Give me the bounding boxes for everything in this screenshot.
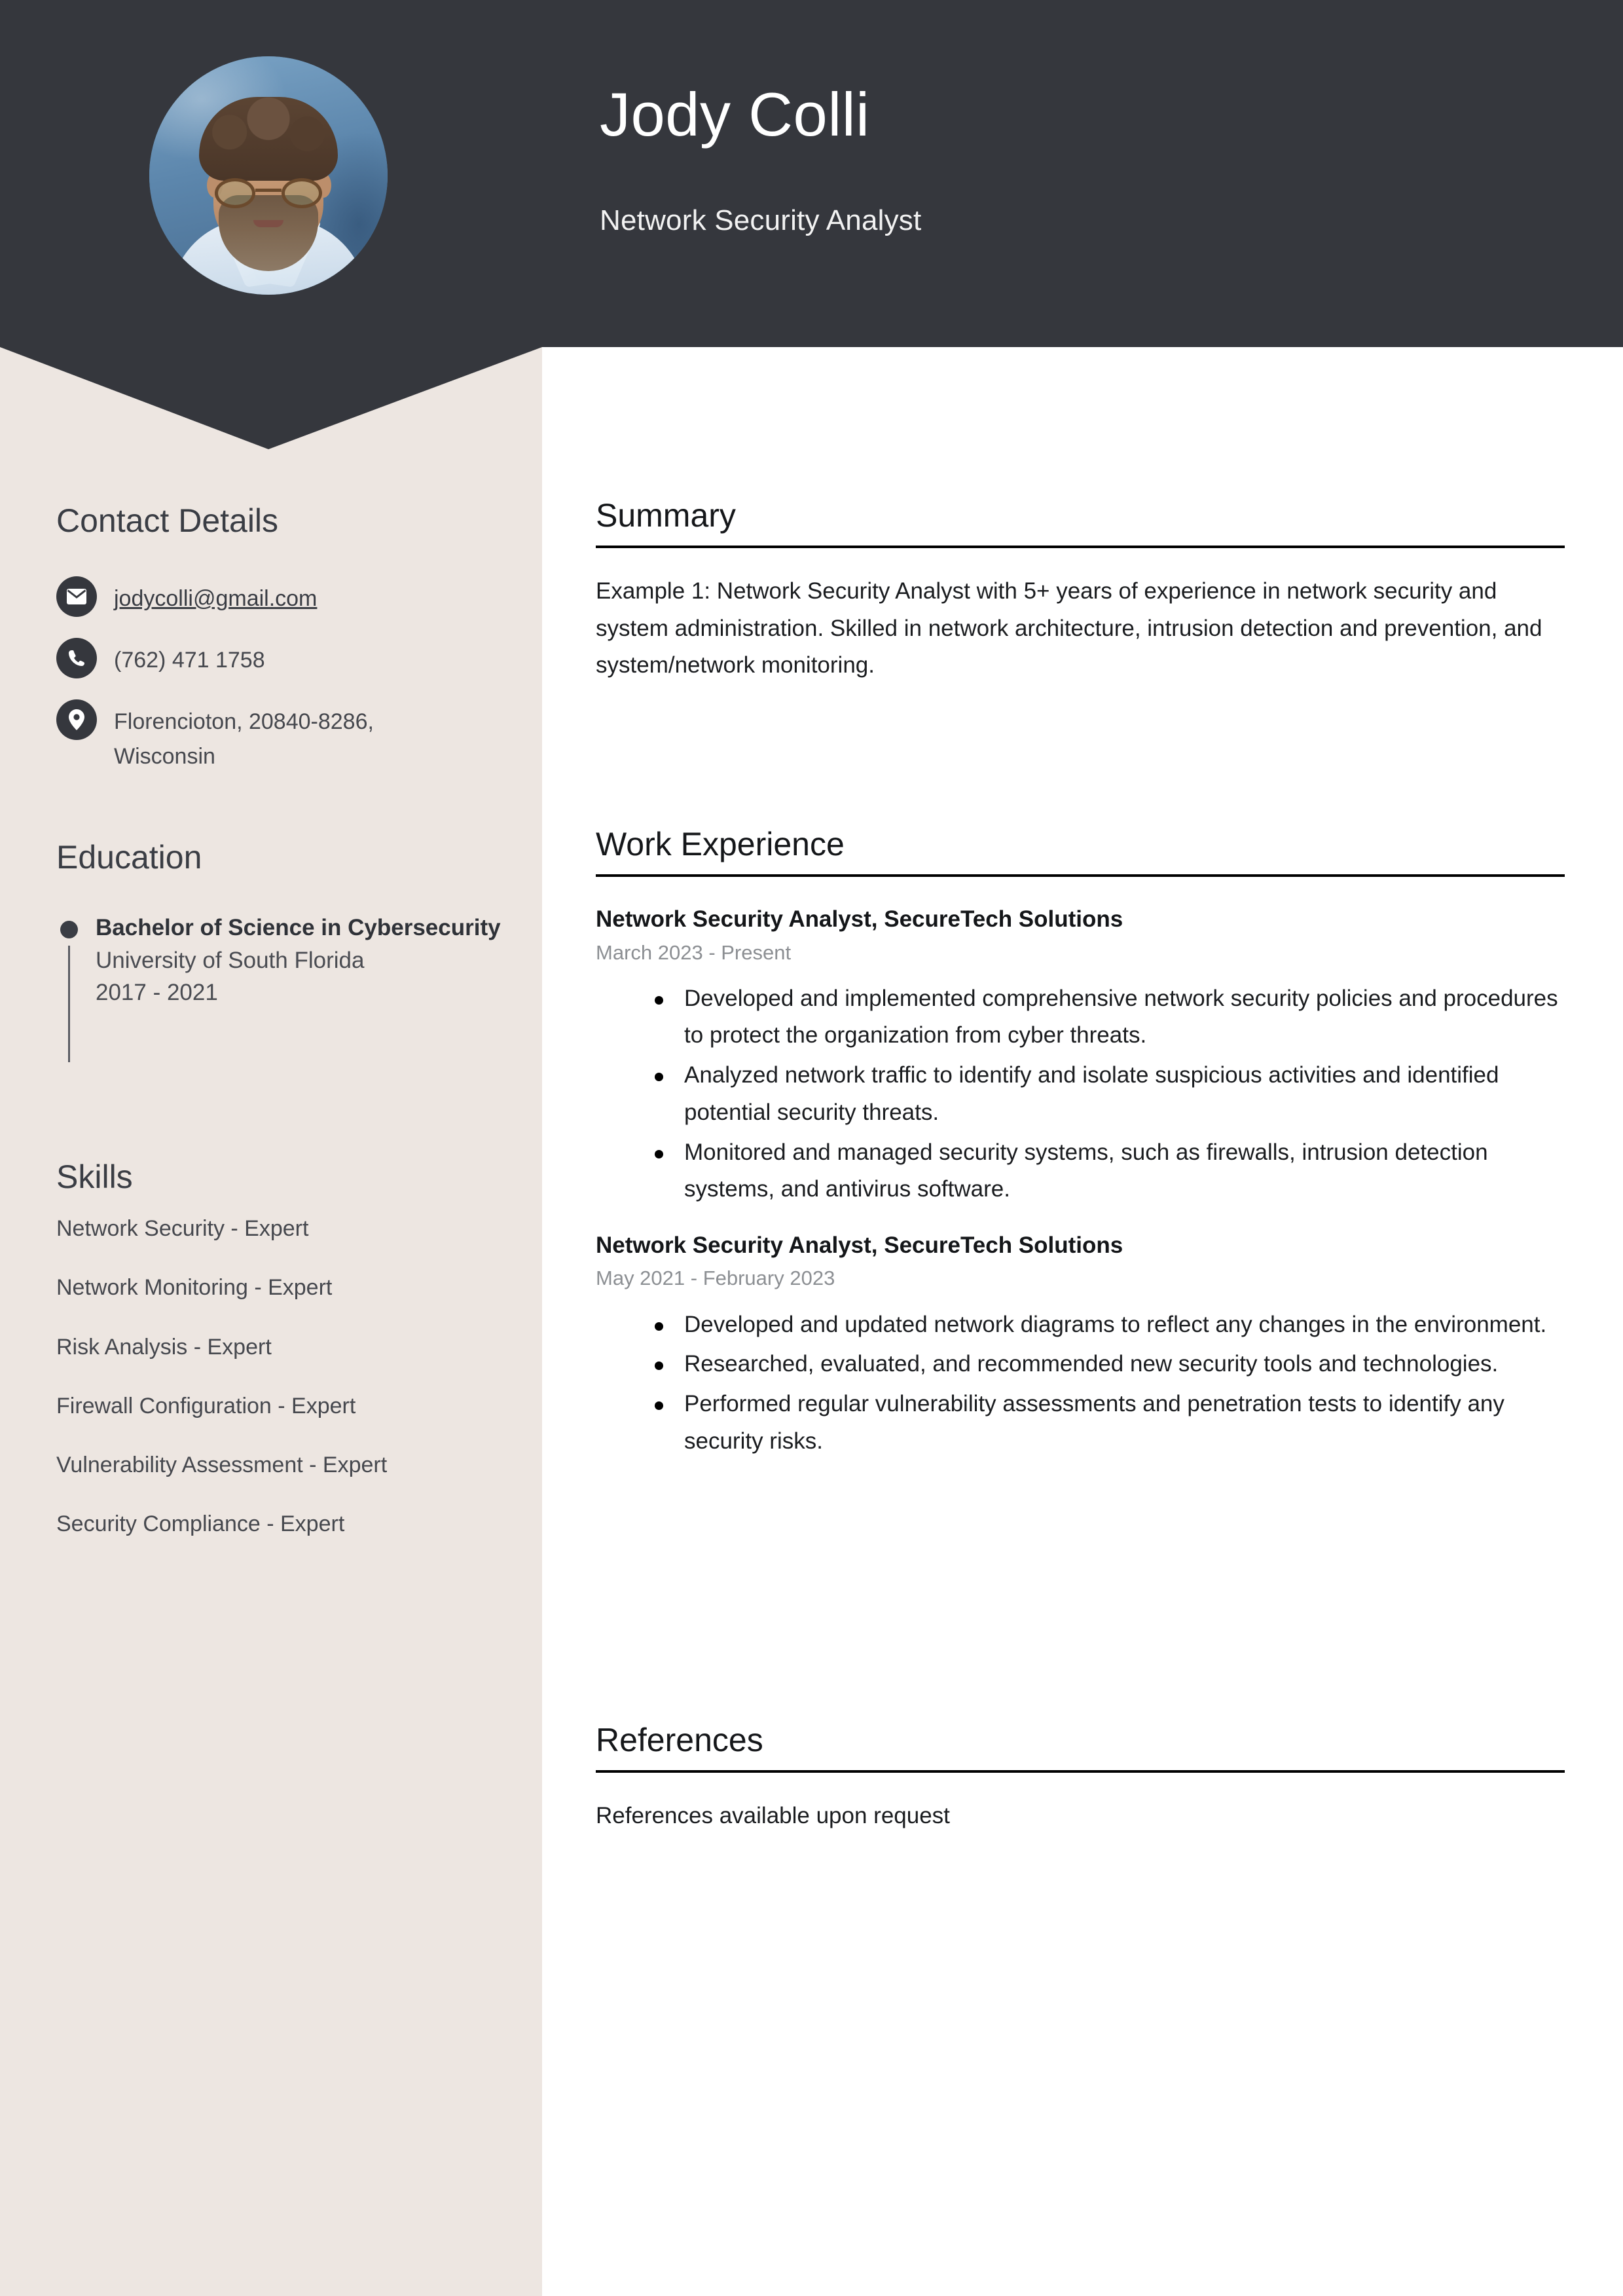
contact-item-email[interactable]: jodycolli@gmail.com xyxy=(56,576,515,617)
skill-item: Network Monitoring - Expert xyxy=(56,1275,333,1301)
job-duties-list: Developed and implemented comprehensive … xyxy=(596,980,1565,1208)
job-entry: Network Security Analyst, SecureTech Sol… xyxy=(596,904,1565,1208)
photo-mouth xyxy=(253,220,283,227)
contact-details-heading: Contact Details xyxy=(56,502,279,539)
job-dates: May 2021 - February 2023 xyxy=(596,1267,835,1290)
summary-heading: Summary xyxy=(596,497,736,534)
contact-phone-value: (762) 471 1758 xyxy=(114,648,265,673)
skill-item: Risk Analysis - Expert xyxy=(56,1334,272,1360)
header-job-title: Network Security Analyst xyxy=(600,204,922,236)
references-text: References available upon request xyxy=(596,1803,950,1828)
contact-item-phone: (762) 471 1758 xyxy=(56,638,515,678)
summary-text: Example 1: Network Security Analyst with… xyxy=(596,578,1542,678)
contact-item-location: Florencioton, 20840-8286, Wisconsin xyxy=(56,699,515,773)
contact-list: jodycolli@gmail.com (762) 471 1758 Flore… xyxy=(56,576,515,794)
references-section: References References available upon req… xyxy=(596,1722,1565,1835)
contact-location-value: Florencioton, 20840-8286, Wisconsin xyxy=(114,709,374,769)
education-item: Bachelor of Science in Cybersecurity Uni… xyxy=(56,912,515,1062)
education-heading: Education xyxy=(56,839,202,876)
location-pin-icon xyxy=(56,699,97,740)
education-list: Bachelor of Science in Cybersecurity Uni… xyxy=(56,888,515,1062)
envelope-icon xyxy=(56,576,97,617)
job-duties-list: Developed and updated network diagrams t… xyxy=(596,1306,1565,1460)
skill-item: Vulnerability Assessment - Expert xyxy=(56,1453,388,1478)
education-school: University of South Florida xyxy=(96,947,365,973)
work-experience-section: Work Experience Network Security Analyst… xyxy=(596,826,1565,1462)
references-rule xyxy=(596,1770,1565,1773)
job-entry: Network Security Analyst, SecureTech Sol… xyxy=(596,1231,1565,1460)
education-degree: Bachelor of Science in Cybersecurity xyxy=(96,915,501,940)
timeline-line xyxy=(68,946,70,1062)
skill-item: Network Security - Expert xyxy=(56,1216,309,1241)
skill-item: Firewall Configuration - Expert xyxy=(56,1393,356,1418)
job-duty: Performed regular vulnerability assessme… xyxy=(596,1386,1565,1460)
job-title-company: Network Security Analyst, SecureTech Sol… xyxy=(596,1232,1123,1258)
profile-photo xyxy=(149,56,388,295)
glasses-lens-right xyxy=(282,178,322,208)
work-experience-heading: Work Experience xyxy=(596,826,845,862)
phone-icon xyxy=(56,638,97,678)
job-duty: Developed and implemented comprehensive … xyxy=(596,980,1565,1054)
job-duty: Researched, evaluated, and recommended n… xyxy=(596,1346,1565,1383)
job-duty: Analyzed network traffic to identify and… xyxy=(596,1057,1565,1131)
job-duty: Monitored and managed security systems, … xyxy=(596,1134,1565,1208)
page-title: Jody Colli xyxy=(600,80,870,149)
timeline-dot-icon xyxy=(60,921,78,938)
job-title-company: Network Security Analyst, SecureTech Sol… xyxy=(596,906,1123,932)
glasses-lens-left xyxy=(215,178,255,208)
glasses-bridge xyxy=(255,189,282,192)
education-years: 2017 - 2021 xyxy=(96,980,218,1006)
job-dates: March 2023 - Present xyxy=(596,940,792,964)
resume-page: Jody Colli Network Security Analyst Cont… xyxy=(0,0,1623,2296)
photo-glasses xyxy=(215,178,322,208)
skill-item: Security Compliance - Expert xyxy=(56,1511,345,1537)
summary-rule xyxy=(596,546,1565,548)
summary-section: Summary Example 1: Network Security Anal… xyxy=(596,498,1565,684)
references-heading: References xyxy=(596,1722,763,1758)
work-experience-rule xyxy=(596,874,1565,877)
contact-email-value[interactable]: jodycolli@gmail.com xyxy=(114,576,317,616)
job-duty: Developed and updated network diagrams t… xyxy=(596,1306,1565,1344)
skills-list: Network Security - Expert Network Monito… xyxy=(56,1185,515,1540)
